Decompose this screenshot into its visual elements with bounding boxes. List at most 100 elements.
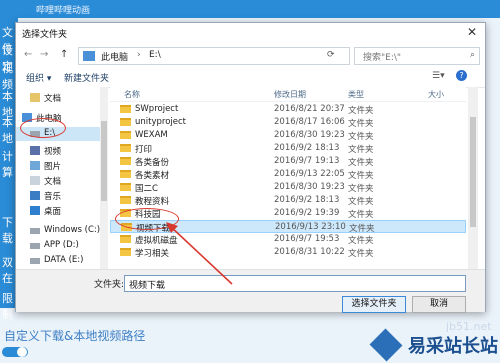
folder-icon — [120, 235, 131, 243]
dialog-titlebar: 选择文件夹 ✕ — [16, 23, 485, 43]
folder-icon — [120, 248, 131, 256]
nav-item-label: 桌面 — [44, 207, 62, 217]
breadcrumb-separator: › — [137, 50, 141, 60]
select-folder-button[interactable]: 选择文件夹 — [342, 296, 406, 313]
annotation-arrow — [166, 222, 233, 285]
up-arrow-icon[interactable]: ↑ — [60, 49, 68, 60]
column-size[interactable]: 大小 — [428, 89, 444, 100]
column-date[interactable]: 修改日期 — [274, 89, 306, 100]
address-bar[interactable]: 此电脑 › E:\ ⟳ — [78, 47, 350, 65]
column-type[interactable]: 类型 — [348, 89, 364, 100]
table-row[interactable]: WEXAM 2016/8/30 19:23 文件夹 — [110, 129, 466, 142]
file-date: 2016/8/17 16:06 — [274, 117, 345, 127]
file-name: 各类素材 — [135, 171, 170, 181]
table-row[interactable]: 各类素材 2016/9/13 22:05 文件夹 — [110, 168, 466, 181]
breadcrumb-drive-e[interactable]: E:\ — [149, 50, 161, 60]
new-folder-button[interactable]: 新建文件夹 — [64, 71, 109, 84]
drive-icon — [30, 243, 40, 249]
drive-icon — [30, 228, 40, 234]
file-list-scrollbar[interactable] — [468, 87, 478, 269]
file-date: 2016/9/7 19:53 — [274, 234, 340, 244]
folder-icon — [120, 105, 131, 113]
folder-icon — [120, 157, 131, 165]
file-date: 2016/8/21 20:37 — [274, 104, 345, 114]
file-date: 2016/9/7 19:13 — [274, 156, 340, 166]
watermark-logo-icon — [369, 328, 403, 362]
nav-item-label: 视频 — [44, 147, 62, 157]
file-type: 文件夹 — [348, 236, 374, 246]
video-icon — [30, 146, 40, 155]
folder-icon — [120, 131, 131, 139]
file-name: 教程资料 — [135, 197, 170, 207]
navigation-bar: ← → ↑ 此电脑 › E:\ ⟳ 搜索"E:\" ⌕ — [16, 43, 485, 67]
nav-item-drive-d[interactable]: APP (D:) — [16, 239, 100, 253]
folder-label: 文件夹: — [94, 280, 125, 290]
select-folder-dialog: 选择文件夹 ✕ ← → ↑ 此电脑 › E:\ ⟳ 搜索"E:\" ⌕ 组织 ▾… — [15, 22, 486, 313]
folder-icon — [120, 196, 131, 204]
search-box[interactable]: 搜索"E:\" ⌕ — [354, 47, 480, 65]
watermark-text: 易采站长站 — [408, 336, 498, 357]
table-row[interactable]: 各类备份 2016/9/7 19:13 文件夹 — [110, 155, 466, 168]
pictures-icon — [30, 161, 40, 170]
help-icon[interactable]: ? — [456, 70, 467, 81]
documents-icon — [30, 176, 40, 185]
nav-item-label: APP (D:) — [44, 240, 79, 250]
table-row[interactable]: SWproject 2016/8/21 20:37 文件夹 — [110, 103, 466, 116]
nav-item-label: 图片 — [44, 162, 62, 172]
file-name: WEXAM — [135, 130, 168, 140]
file-date: 2016/8/30 19:23 — [274, 130, 345, 140]
column-name[interactable]: 名称 — [124, 89, 140, 100]
file-name: unityproject — [135, 117, 186, 127]
computer-icon — [83, 51, 95, 61]
file-type: 文件夹 — [348, 249, 374, 259]
file-name: SWproject — [135, 104, 179, 114]
table-row[interactable]: 教程资料 2016/9/2 18:13 文件夹 — [110, 194, 466, 207]
organize-menu[interactable]: 组织 ▾ — [26, 71, 51, 84]
documents-icon — [30, 93, 40, 102]
command-toolbar: 组织 ▾ 新建文件夹 ☰▾ ? — [16, 67, 485, 88]
close-icon[interactable]: ✕ — [467, 25, 477, 39]
nav-item-documents[interactable]: 文档 — [16, 91, 100, 105]
file-type: 文件夹 — [348, 158, 374, 168]
nav-item-music[interactable]: 音乐 — [16, 189, 100, 203]
nav-item-videos[interactable]: 视频 — [16, 144, 100, 158]
breadcrumb-this-pc[interactable]: 此电脑 — [101, 50, 128, 63]
view-options-icon[interactable]: ☰▾ — [432, 71, 445, 81]
file-list-header: 名称 修改日期 类型 大小 — [110, 87, 466, 102]
table-row[interactable]: 打印 2016/9/2 18:13 文件夹 — [110, 142, 466, 155]
cancel-button[interactable]: 取消 — [412, 296, 466, 313]
file-name: 国二C — [135, 184, 158, 194]
forward-arrow-icon[interactable]: → — [40, 49, 48, 60]
folder-icon — [120, 118, 131, 126]
drive-icon — [30, 258, 40, 264]
table-row[interactable]: unityproject 2016/8/17 16:06 文件夹 — [110, 116, 466, 129]
search-input[interactable]: 搜索"E:\" — [363, 50, 401, 63]
nav-item-label: DATA (E:) — [44, 255, 84, 265]
table-row[interactable]: 国二C 2016/8/30 19:23 文件夹 — [110, 181, 466, 194]
nav-item-drive-data[interactable]: DATA (E:) — [16, 254, 100, 268]
dialog-footer: 文件夹: 视频下载 选择文件夹 取消 — [16, 269, 485, 313]
desktop-icon — [30, 206, 40, 215]
refresh-icon[interactable]: ⟳ — [327, 50, 335, 60]
file-date: 2016/9/13 22:05 — [274, 169, 345, 179]
nav-item-label: 文档 — [44, 177, 62, 187]
background-titlebar: 哔哩哔哩动画 — [0, 0, 500, 18]
background-toggle[interactable] — [2, 347, 28, 357]
nav-item-desktop[interactable]: 桌面 — [16, 204, 100, 218]
music-icon — [30, 191, 40, 200]
file-type: 文件夹 — [348, 145, 374, 155]
nav-item-pictures[interactable]: 图片 — [16, 159, 100, 173]
nav-item-documents-2[interactable]: 文档 — [16, 174, 100, 188]
navigation-scrollbar[interactable] — [100, 87, 108, 269]
file-type: 文件夹 — [348, 119, 374, 129]
file-name: 各类备份 — [135, 158, 170, 168]
search-icon: ⌕ — [469, 50, 475, 60]
download-path-heading: 自定义下载&本地视频路径 — [4, 329, 146, 343]
file-date: 2016/8/31 10:22 — [274, 247, 345, 257]
watermark: jb51.net 易采站长站 — [350, 320, 500, 363]
back-arrow-icon[interactable]: ← — [24, 49, 32, 60]
nav-item-label: 音乐 — [44, 192, 62, 202]
nav-item-drive-c[interactable]: Windows (C:) — [16, 224, 100, 238]
dialog-title: 选择文件夹 — [22, 30, 68, 40]
annotation-circle-drive — [20, 118, 66, 138]
